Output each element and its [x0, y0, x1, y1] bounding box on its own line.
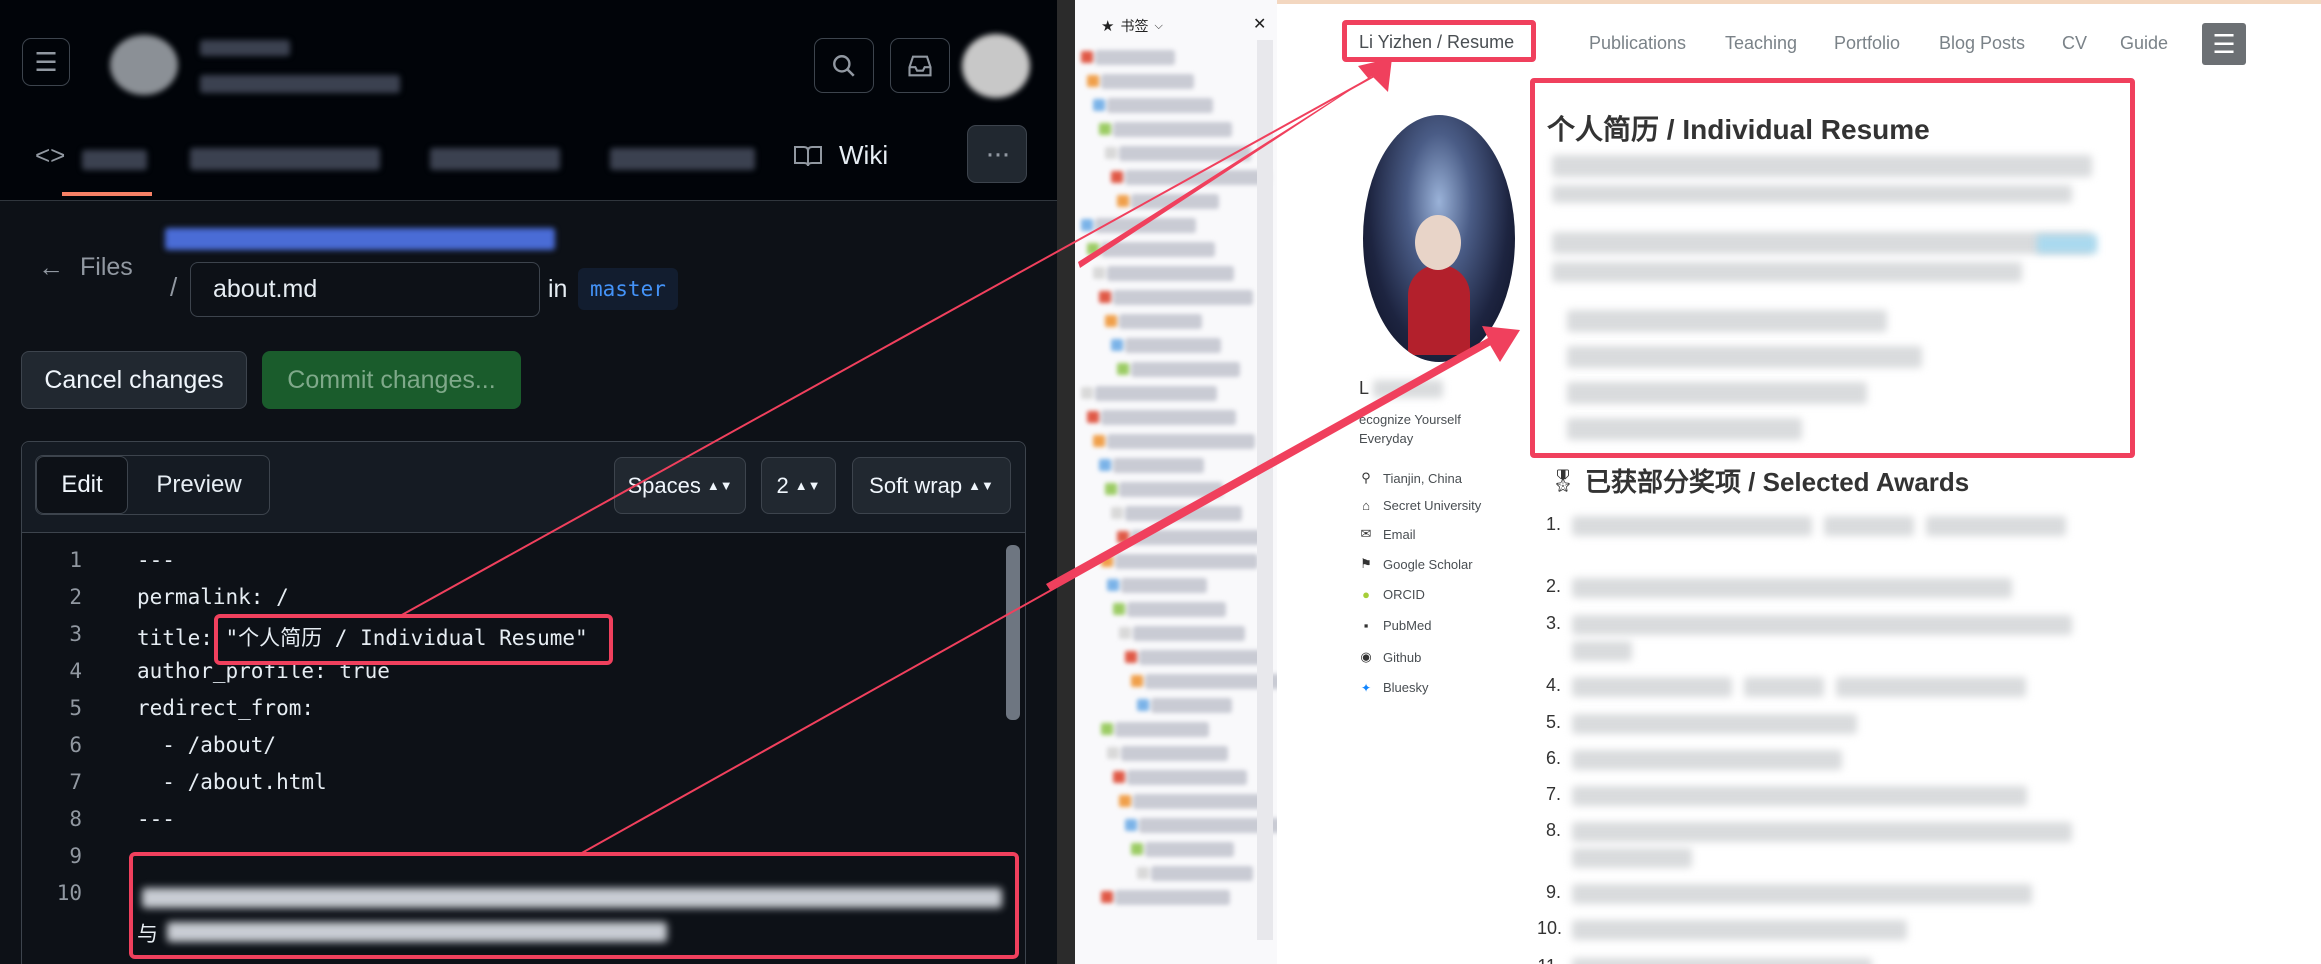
- annotation-box-body-lines: [129, 852, 1019, 959]
- arrow-thick-body: [1046, 326, 1520, 590]
- annotation-overlay: [129, 58, 1520, 959]
- annotation-box-title-line: [214, 614, 613, 665]
- arrow-thin-title: [399, 69, 1386, 617]
- arrow-thick-title: [1078, 58, 1392, 268]
